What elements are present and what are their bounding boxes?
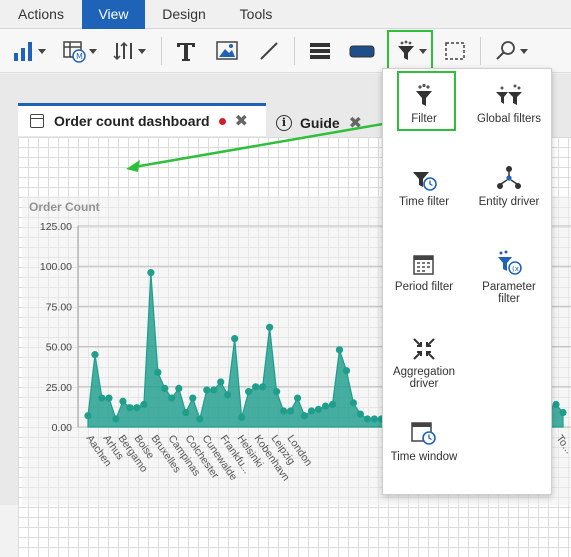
period-filter-icon [413, 255, 434, 275]
menu-item-label: Period filter [394, 281, 454, 293]
chevron-down-icon [37, 48, 46, 54]
menu-item-aggregation-driver[interactable]: Aggregation driver [388, 332, 460, 390]
text-icon [177, 43, 195, 61]
global-filters-icon [496, 84, 522, 105]
parameter-filter-icon: (x) [498, 250, 522, 275]
unsaved-indicator [218, 117, 226, 125]
search-button[interactable] [490, 29, 532, 73]
chevron-down-icon [519, 48, 528, 54]
table-button[interactable]: M [58, 29, 100, 73]
bar-chart-icon [13, 42, 32, 61]
text-button[interactable] [170, 29, 202, 73]
insert-filter-menu: Filter Global filters Time filter Entity… [382, 68, 552, 495]
time-filter-icon [413, 172, 437, 191]
tab-label: Order count dashboard [54, 113, 210, 129]
filter-item-highlight [397, 71, 456, 131]
chevron-down-icon [137, 48, 146, 54]
image-icon [216, 41, 238, 60]
line-icon [260, 42, 278, 60]
menu-item-label: Parameter filter [482, 281, 536, 305]
image-button[interactable] [210, 29, 244, 73]
entity-driver-icon [497, 166, 521, 189]
menu-item-parameter-filter[interactable]: (x) Parameter filter [473, 247, 545, 305]
menu-actions[interactable]: Actions [0, 0, 82, 29]
menu-item-label: Entity driver [478, 196, 540, 208]
table-icon: M [62, 41, 86, 63]
aggregation-driver-icon [413, 338, 435, 360]
menu-item-period-filter[interactable]: Period filter [388, 247, 460, 293]
rows-icon [310, 43, 330, 59]
dashboard-icon [30, 114, 44, 128]
line-button[interactable] [253, 29, 285, 73]
svg-text:(x): (x) [512, 265, 522, 273]
menu-item-time-filter[interactable]: Time filter [388, 162, 460, 208]
menu-item-entity-driver[interactable]: Entity driver [473, 162, 545, 208]
menu-item-label: Global filters [477, 113, 541, 125]
sort-icon [112, 41, 132, 61]
selection-icon [445, 42, 465, 60]
menu-item-label: Time window [390, 451, 458, 463]
chart-title: Order Count [29, 200, 100, 214]
search-icon [495, 41, 515, 60]
menu-item-global-filters[interactable]: Global filters [473, 79, 545, 125]
menu-item-label: Aggregation driver [392, 366, 456, 390]
selection-button[interactable] [440, 29, 470, 73]
chart-type-button[interactable] [8, 29, 50, 73]
time-window-icon [411, 422, 436, 445]
sort-button[interactable] [106, 29, 152, 73]
tab-order-count-dashboard[interactable]: Order count dashboard ✖ [18, 103, 266, 136]
tab-label: Guide [300, 114, 340, 131]
info-icon: i [276, 114, 292, 131]
toolbar-divider [294, 37, 295, 65]
rows-button[interactable] [303, 29, 337, 73]
toolbar-divider [161, 37, 162, 65]
svg-text:M: M [76, 52, 83, 61]
tab-guide[interactable]: i Guide ✖ [276, 106, 376, 139]
filter-button-highlight [387, 30, 433, 70]
menu-design[interactable]: Design [145, 0, 223, 29]
rectangle-icon [349, 45, 375, 58]
toolbar-divider [480, 37, 481, 65]
close-icon[interactable]: ✖ [349, 113, 362, 133]
menu-item-time-window[interactable]: Time window [388, 417, 460, 463]
menubar: Actions View Design Tools [0, 0, 571, 29]
menu-tools[interactable]: Tools [223, 0, 289, 29]
close-icon[interactable]: ✖ [235, 111, 248, 131]
chevron-down-icon [88, 48, 97, 54]
menu-view[interactable]: View [82, 0, 145, 29]
rectangle-button[interactable] [345, 29, 379, 73]
menu-item-label: Time filter [398, 196, 450, 208]
toolbar: M [0, 29, 571, 73]
